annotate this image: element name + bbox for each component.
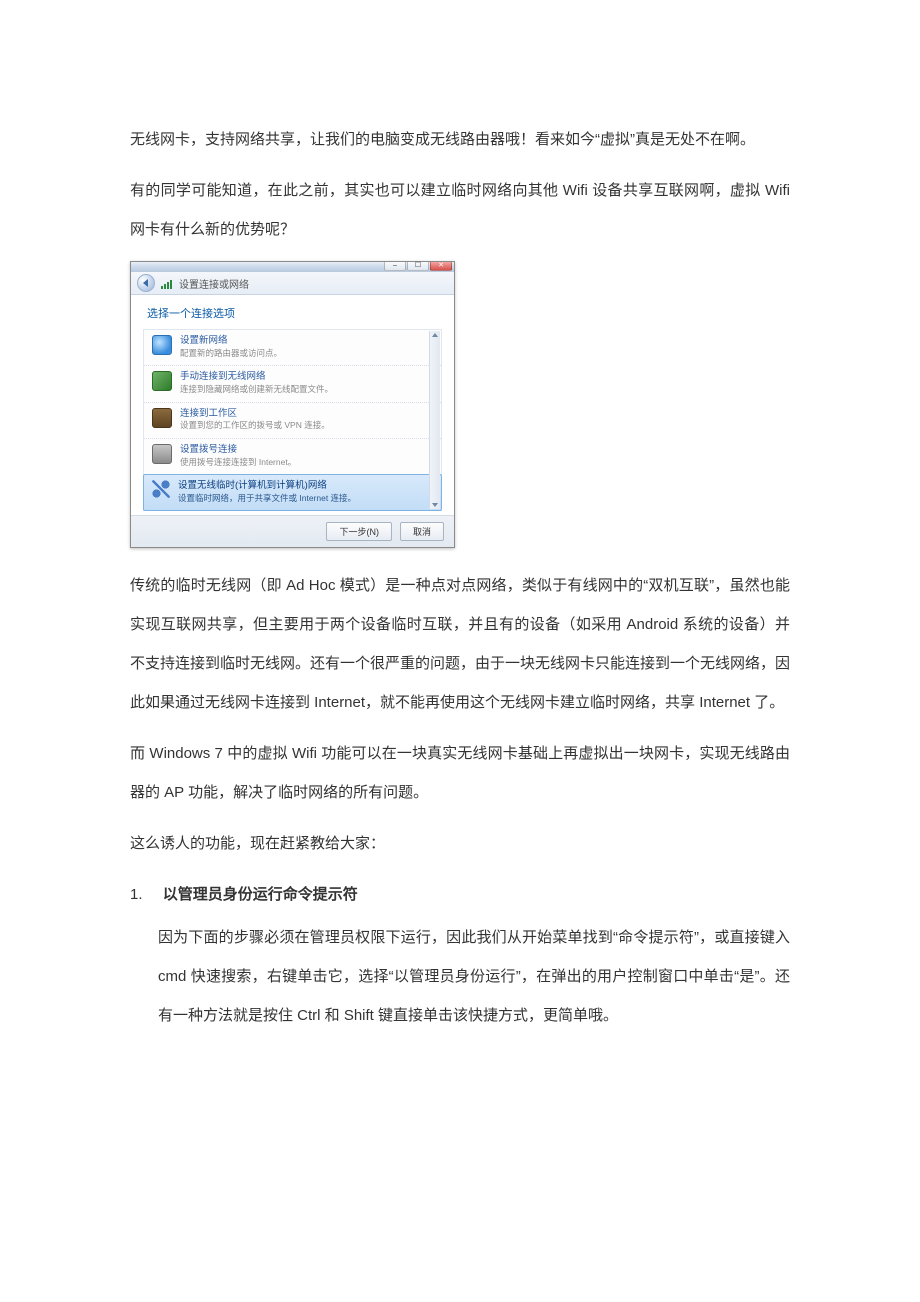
breadcrumb-bar: 设置连接或网络	[131, 272, 454, 295]
briefcase-icon	[152, 408, 172, 428]
step-number: 1.	[130, 886, 143, 903]
wizard-footer: 下一步(N) 取消	[131, 515, 454, 547]
step-1-body: 因为下面的步骤必须在管理员权限下运行，因此我们从开始菜单找到“命令提示符”，或直…	[130, 918, 790, 1035]
option-title: 连接到工作区	[180, 408, 330, 421]
adhoc-icon	[152, 480, 170, 498]
close-button[interactable]: ✕	[430, 262, 452, 271]
option-setup-new-network[interactable]: 设置新网络 配置新的路由器或访问点。	[144, 330, 441, 366]
option-subtitle: 配置新的路由器或访问点。	[180, 348, 282, 359]
wifi-icon	[152, 371, 172, 391]
cancel-button[interactable]: 取消	[400, 522, 444, 541]
step-title: 以管理员身份运行命令提示符	[163, 886, 358, 903]
paragraph-4: 而 Windows 7 中的虚拟 Wifi 功能可以在一块真实无线网卡基础上再虚…	[130, 734, 790, 812]
wizard-heading: 选择一个连接选项	[131, 305, 454, 329]
option-subtitle: 设置临时网络，用于共享文件或 Internet 连接。	[178, 493, 356, 504]
option-title: 设置拨号连接	[180, 444, 296, 457]
network-icon	[161, 277, 173, 289]
option-list: 设置新网络 配置新的路由器或访问点。 手动连接到无线网络 连接到隐藏网络或创建新…	[143, 329, 442, 511]
option-manual-wireless[interactable]: 手动连接到无线网络 连接到隐藏网络或创建新无线配置文件。	[144, 366, 441, 402]
embedded-screenshot: – ☐ ✕ 设置连接或网络 选择一个连接选项 设置新网络	[130, 261, 455, 548]
phone-icon	[152, 444, 172, 464]
option-adhoc-selected[interactable]: 设置无线临时(计算机到计算机)网络 设置临时网络，用于共享文件或 Interne…	[143, 474, 442, 511]
option-title: 手动连接到无线网络	[180, 371, 333, 384]
paragraph-2: 有的同学可能知道，在此之前，其实也可以建立临时网络向其他 Wifi 设备共享互联…	[130, 171, 790, 249]
option-subtitle: 使用拨号连接连接到 Internet。	[180, 457, 296, 468]
maximize-button[interactable]: ☐	[407, 262, 429, 271]
next-button[interactable]: 下一步(N)	[326, 522, 392, 541]
step-1-heading: 1. 以管理员身份运行命令提示符	[130, 883, 790, 904]
scrollbar[interactable]	[429, 331, 440, 509]
option-subtitle: 设置到您的工作区的拨号或 VPN 连接。	[180, 420, 330, 431]
option-title: 设置新网络	[180, 335, 282, 348]
globe-icon	[152, 335, 172, 355]
option-title: 设置无线临时(计算机到计算机)网络	[178, 480, 356, 493]
option-dialup[interactable]: 设置拨号连接 使用拨号连接连接到 Internet。	[144, 439, 441, 475]
window-titlebar: – ☐ ✕	[131, 262, 454, 272]
paragraph-1: 无线网卡，支持网络共享，让我们的电脑变成无线路由器哦！看来如今“虚拟”真是无处不…	[130, 120, 790, 159]
minimize-button[interactable]: –	[384, 262, 406, 271]
back-icon[interactable]	[137, 274, 155, 292]
paragraph-3: 传统的临时无线网（即 Ad Hoc 模式）是一种点对点网络，类似于有线网中的“双…	[130, 566, 790, 722]
option-connect-workplace[interactable]: 连接到工作区 设置到您的工作区的拨号或 VPN 连接。	[144, 403, 441, 439]
option-subtitle: 连接到隐藏网络或创建新无线配置文件。	[180, 384, 333, 395]
wizard-dialog: – ☐ ✕ 设置连接或网络 选择一个连接选项 设置新网络	[130, 261, 455, 548]
breadcrumb-text: 设置连接或网络	[179, 276, 249, 291]
paragraph-5: 这么诱人的功能，现在赶紧教给大家：	[130, 824, 790, 863]
